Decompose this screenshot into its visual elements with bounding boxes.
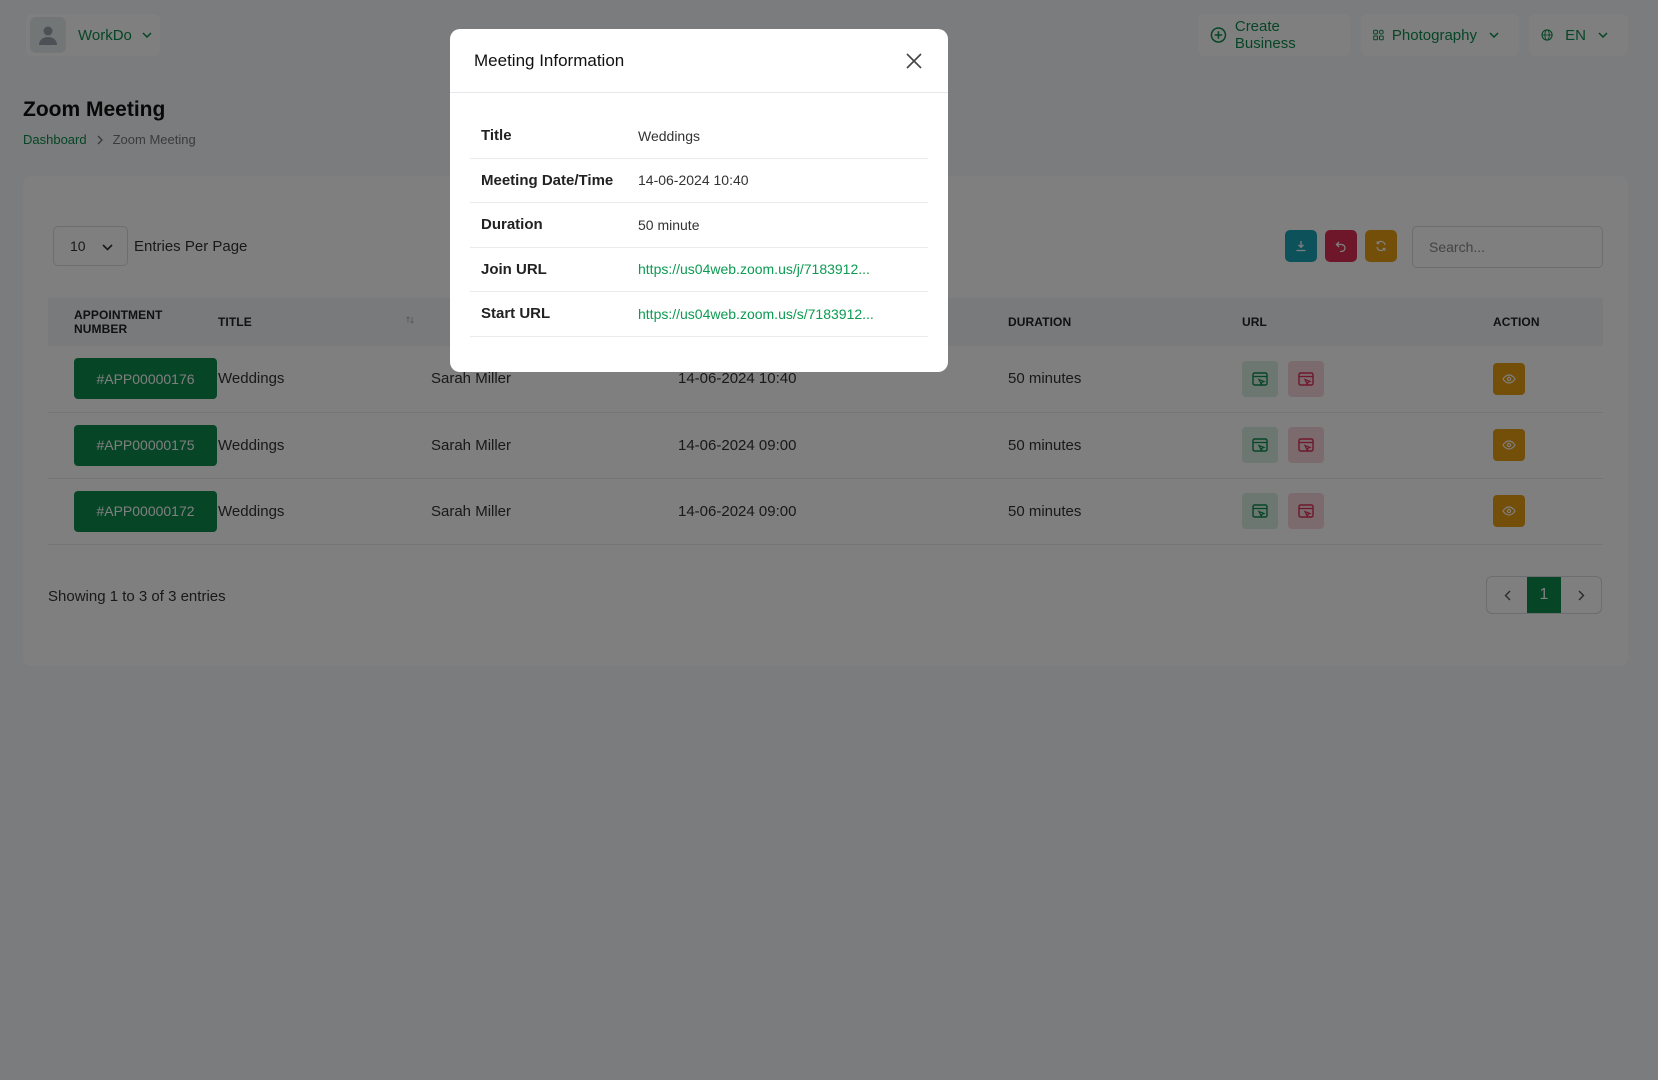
join-url-link[interactable]: https://us04web.zoom.us/j/7183912...	[638, 261, 870, 277]
info-label: Duration	[481, 216, 543, 234]
info-row-join-url: Join URL https://us04web.zoom.us/j/71839…	[470, 248, 928, 292]
info-value: Weddings	[638, 127, 701, 144]
info-label: Start URL	[481, 305, 551, 323]
meeting-info-modal: Meeting Information Title Weddings Meeti…	[450, 29, 948, 372]
modal-title: Meeting Information	[474, 50, 625, 70]
info-row-duration: Duration 50 minute	[470, 203, 928, 248]
meeting-info-table: Title Weddings Meeting Date/Time 14-06-2…	[470, 114, 928, 337]
info-label: Meeting Date/Time	[481, 171, 614, 189]
info-label: Join URL	[481, 260, 547, 278]
info-label: Title	[481, 127, 512, 145]
info-value: 50 minute	[638, 216, 700, 233]
info-row-title: Title Weddings	[470, 114, 928, 159]
info-row-datetime: Meeting Date/Time 14-06-2024 10:40	[470, 159, 928, 203]
start-url-link[interactable]: https://us04web.zoom.us/s/7183912...	[638, 306, 874, 322]
info-value: 14-06-2024 10:40	[638, 172, 749, 189]
info-row-start-url: Start URL https://us04web.zoom.us/s/7183…	[470, 292, 928, 337]
modal-header: Meeting Information	[450, 29, 948, 93]
close-icon[interactable]	[904, 51, 924, 71]
